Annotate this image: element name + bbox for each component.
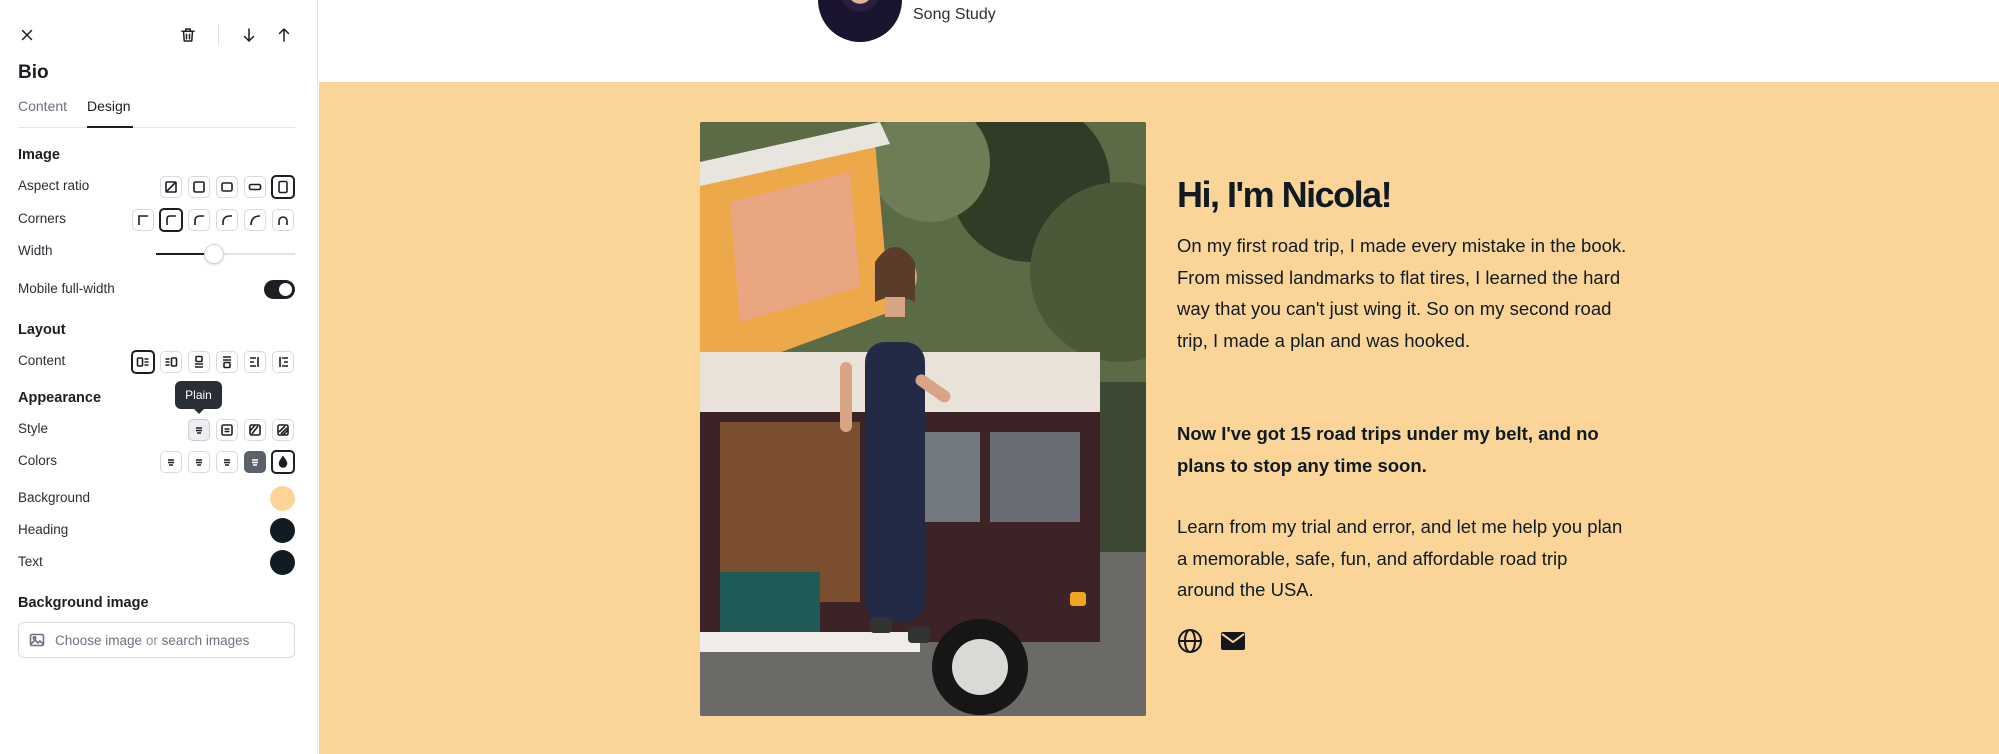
background-color-swatch[interactable] [270,486,295,511]
width-label: Width [18,243,53,258]
bio-paragraph-3: Learn from my trial and error, and let m… [1177,516,1623,600]
colors-preset-3-option[interactable] [216,451,238,473]
trash-icon[interactable] [174,21,202,49]
colors-custom-option[interactable] [271,450,295,474]
arrow-down-icon[interactable] [235,21,263,49]
background-image-picker[interactable]: Choose image or search images [18,622,295,658]
style-tooltip: Plain [175,381,222,414]
colors-preset-dark-option[interactable] [244,451,266,473]
corners-sharp-option[interactable] [132,209,154,231]
layout-image-edge-left-option[interactable] [272,351,294,373]
colors-preset-2-option[interactable] [188,451,210,473]
bio-photo [700,122,1146,716]
section-heading-image: Image [18,147,60,163]
background-image-picker-text: Choose image or search images [55,632,250,648]
toolbar-divider [218,24,219,46]
text-color-label: Text [18,554,43,569]
corners-label: Corners [18,211,67,226]
style-card-option[interactable] [216,419,238,441]
aspect-ratio-landscape-option[interactable] [216,176,238,198]
section-heading-background-image: Background image [18,595,149,611]
layout-image-bottom-option[interactable] [216,351,238,373]
layout-image-right-option[interactable] [160,351,182,373]
text-color-swatch[interactable] [270,550,295,575]
style-striped-option[interactable] [272,419,294,441]
section-heading-appearance: Appearance [18,390,102,406]
bio-heading: Hi, I'm Nicola! [1177,174,1393,215]
background-color-label: Background [18,490,91,505]
corners-rounded-xl-option[interactable] [244,209,266,231]
panel-toolbar [0,0,318,70]
heading-color-swatch[interactable] [270,518,295,543]
width-slider-thumb[interactable] [204,244,225,264]
section-heading-layout: Layout [18,322,66,338]
toggle-knob [279,283,292,296]
corners-rounded-sm-option[interactable] [159,208,183,232]
style-label: Style [18,421,49,436]
tab-content[interactable]: Content [18,98,67,114]
layout-image-top-option[interactable] [188,351,210,373]
bio-section[interactable] [319,82,1999,754]
layout-image-left-option[interactable] [131,350,155,374]
corners-pill-option[interactable] [272,209,294,231]
tab-design[interactable]: Design [87,98,131,114]
editor-panel: Bio Content Design Image Aspect ratio Co… [0,0,318,754]
mobile-full-width-toggle[interactable] [264,280,295,299]
corners-rounded-lg-option[interactable] [216,209,238,231]
site-brand-name: Song Study [913,6,996,23]
style-plain-option[interactable] [188,419,210,441]
width-slider-track[interactable] [156,253,295,255]
aspect-ratio-wide-option[interactable] [244,176,266,198]
aspect-ratio-label: Aspect ratio [18,178,90,193]
close-icon[interactable] [13,21,41,49]
globe-icon[interactable] [1177,628,1203,654]
van-photo-illustration [700,122,1146,716]
site-header [319,0,1999,82]
bio-paragraph-1: On my first road trip, I made every mist… [1177,235,1627,351]
panel-title: Bio [18,62,49,83]
arrow-up-icon[interactable] [270,21,298,49]
corners-rounded-md-option[interactable] [188,209,210,231]
layout-image-edge-right-option[interactable] [244,351,266,373]
aspect-ratio-portrait-option[interactable] [271,175,295,199]
aspect-ratio-square-option[interactable] [188,176,210,198]
mail-icon[interactable] [1220,628,1246,654]
colors-preset-1-option[interactable] [160,451,182,473]
aspect-ratio-free-option[interactable] [160,176,182,198]
image-icon [29,633,45,647]
colors-label: Colors [18,453,58,468]
content-layout-label: Content [18,353,66,368]
heading-color-label: Heading [18,522,69,537]
mobile-full-width-label: Mobile full-width [18,281,115,296]
tab-active-indicator [87,126,133,128]
panel-tabs: Content Design [18,96,295,128]
bio-paragraph-2: Now I've got 15 road trips under my belt… [1177,423,1599,476]
style-half-fill-option[interactable] [244,419,266,441]
